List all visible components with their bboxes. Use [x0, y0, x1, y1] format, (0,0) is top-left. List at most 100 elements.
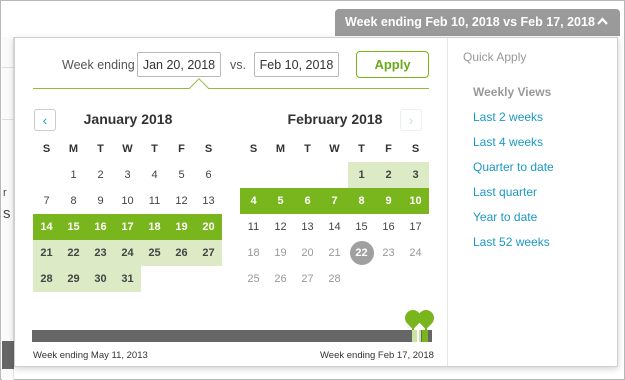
calendar-day[interactable]: 6 [195, 162, 222, 188]
calendar-day[interactable]: 4 [141, 162, 168, 188]
weekday-label: S [249, 143, 258, 155]
calendar-day-in-range[interactable]: 2 [375, 162, 402, 188]
calendar-day-in-range[interactable]: 21 [33, 240, 60, 266]
quick-apply-quarter-to-date[interactable]: Quarter to date [473, 160, 554, 174]
calendar-day[interactable]: 11 [240, 214, 267, 240]
calendar-day-disabled: 24 [409, 247, 422, 259]
weekday-label: S [42, 143, 51, 155]
timeline-end-label: Week ending Feb 17, 2018 [320, 350, 434, 361]
timeline-start-label: Week ending May 11, 2013 [33, 350, 148, 361]
weekday-label: S [411, 143, 420, 155]
calendar-day-disabled: 18 [247, 247, 260, 259]
window-frame: r s Week ending Feb 10, 2018 vs Feb 17, … [0, 0, 625, 380]
background-divider [2, 67, 14, 68]
calendar-day-selected[interactable]: 10 [402, 188, 429, 214]
vs-label: vs. [230, 58, 246, 72]
calendar-day[interactable]: 9 [87, 188, 114, 214]
weekday-header-row: S M T W T F S [240, 143, 430, 155]
calendar-day[interactable]: 7 [33, 188, 60, 214]
calendar-day-selected[interactable]: 16 [87, 214, 114, 240]
weekday-label: T [97, 143, 104, 155]
weekday-label: M [68, 143, 79, 155]
calendar-day[interactable]: 14 [321, 214, 348, 240]
calendar-day[interactable]: 17 [402, 214, 429, 240]
calendar-day-selected[interactable]: 7 [321, 188, 348, 214]
calendar-day[interactable]: 8 [60, 188, 87, 214]
weekday-label: M [275, 143, 286, 155]
calendar-day[interactable]: 5 [168, 162, 195, 188]
calendar-day-today: 22 [348, 240, 375, 266]
calendar-day[interactable]: 12 [168, 188, 195, 214]
calendar-day-selected[interactable]: 20 [195, 214, 222, 240]
calendar-day-disabled: 28 [328, 273, 341, 285]
calendar-day-selected[interactable]: 4 [240, 188, 267, 214]
calendar-day[interactable]: 2 [87, 162, 114, 188]
timeline-handle-stem [425, 322, 427, 330]
weekday-label: F [178, 143, 185, 155]
quick-apply-last-52-weeks[interactable]: Last 52 weeks [473, 235, 550, 249]
calendar-day[interactable]: 3 [114, 162, 141, 188]
calendar-day-selected[interactable]: 15 [60, 214, 87, 240]
quick-apply-sidebar: Quick Apply Weekly Views Last 2 weeks La… [447, 38, 618, 366]
weekday-label: S [204, 143, 213, 155]
weekday-label: W [122, 143, 133, 155]
calendar-day-in-range[interactable]: 1 [348, 162, 375, 188]
week-ending-label: Week ending [62, 58, 135, 72]
comparison-row: Week ending vs. Apply [15, 38, 447, 90]
calendar-day-selected[interactable]: 14 [33, 214, 60, 240]
quick-apply-last-4-weeks[interactable]: Last 4 weeks [473, 135, 543, 149]
calendar-day-in-range[interactable]: 26 [168, 240, 195, 266]
timeline-bar[interactable] [32, 330, 432, 342]
weekday-label: T [304, 143, 311, 155]
calendar-day-in-range[interactable]: 28 [33, 266, 60, 292]
chevron-up-icon [597, 9, 608, 36]
calendar-day[interactable]: 13 [294, 214, 321, 240]
calendar-day-in-range[interactable]: 29 [60, 266, 87, 292]
calendar-day-selected[interactable]: 19 [168, 214, 195, 240]
comparison-week-input[interactable] [254, 52, 339, 77]
date-range-label: Week ending Feb 10, 2018 vs Feb 17, 2018 [345, 15, 595, 29]
calendar-day[interactable]: 15 [348, 214, 375, 240]
background-text-fragment: s [3, 205, 11, 222]
calendar-day-disabled: 26 [274, 273, 287, 285]
weekday-label: T [151, 143, 158, 155]
calendar-day-in-range[interactable]: 22 [60, 240, 87, 266]
calendar-day[interactable]: 11 [141, 188, 168, 214]
apply-button[interactable]: Apply [356, 51, 429, 78]
calendar-day[interactable]: 10 [114, 188, 141, 214]
calendar-day-selected[interactable]: 18 [141, 214, 168, 240]
calendar-day-in-range[interactable]: 23 [87, 240, 114, 266]
calendar-day-selected[interactable]: 17 [114, 214, 141, 240]
chevron-right-icon[interactable]: › [400, 109, 422, 131]
calendar-day-disabled: 21 [328, 247, 341, 259]
calendar-month-title: January 2018 [83, 111, 173, 127]
quick-apply-last-2-weeks[interactable]: Last 2 weeks [473, 110, 543, 124]
calendar-day[interactable]: 13 [195, 188, 222, 214]
calendar-day-disabled: 20 [301, 247, 314, 259]
calendar-day-in-range[interactable]: 24 [114, 240, 141, 266]
calendar-day-selected[interactable]: 5 [267, 188, 294, 214]
quick-apply-heading: Quick Apply [463, 50, 527, 64]
date-range-toggle-button[interactable]: Week ending Feb 10, 2018 vs Feb 17, 2018 [335, 9, 620, 36]
background-dark-block [2, 341, 14, 369]
calendar-day-disabled: 27 [301, 273, 314, 285]
quick-apply-last-quarter[interactable]: Last quarter [473, 185, 537, 199]
quick-apply-year-to-date[interactable]: Year to date [473, 210, 537, 224]
divider-line [33, 88, 429, 89]
calendar-day-in-range[interactable]: 30 [87, 266, 114, 292]
calendar-day-in-range[interactable]: 3 [402, 162, 429, 188]
calendar-day-selected[interactable]: 6 [294, 188, 321, 214]
background-divider [2, 119, 14, 120]
background-text-fragment: r [3, 187, 7, 199]
calendar-day-in-range[interactable]: 25 [141, 240, 168, 266]
timeline-selected-highlight [422, 330, 428, 342]
calendar-day-disabled: 25 [247, 273, 260, 285]
calendar-day-in-range[interactable]: 31 [114, 266, 141, 292]
calendar-day-selected[interactable]: 8 [348, 188, 375, 214]
calendar-day[interactable]: 16 [375, 214, 402, 240]
calendar-day-in-range[interactable]: 27 [195, 240, 222, 266]
calendar-day-selected[interactable]: 9 [375, 188, 402, 214]
calendar-day[interactable]: 12 [267, 214, 294, 240]
calendar-day[interactable]: 1 [60, 162, 87, 188]
primary-week-input[interactable] [137, 52, 221, 77]
